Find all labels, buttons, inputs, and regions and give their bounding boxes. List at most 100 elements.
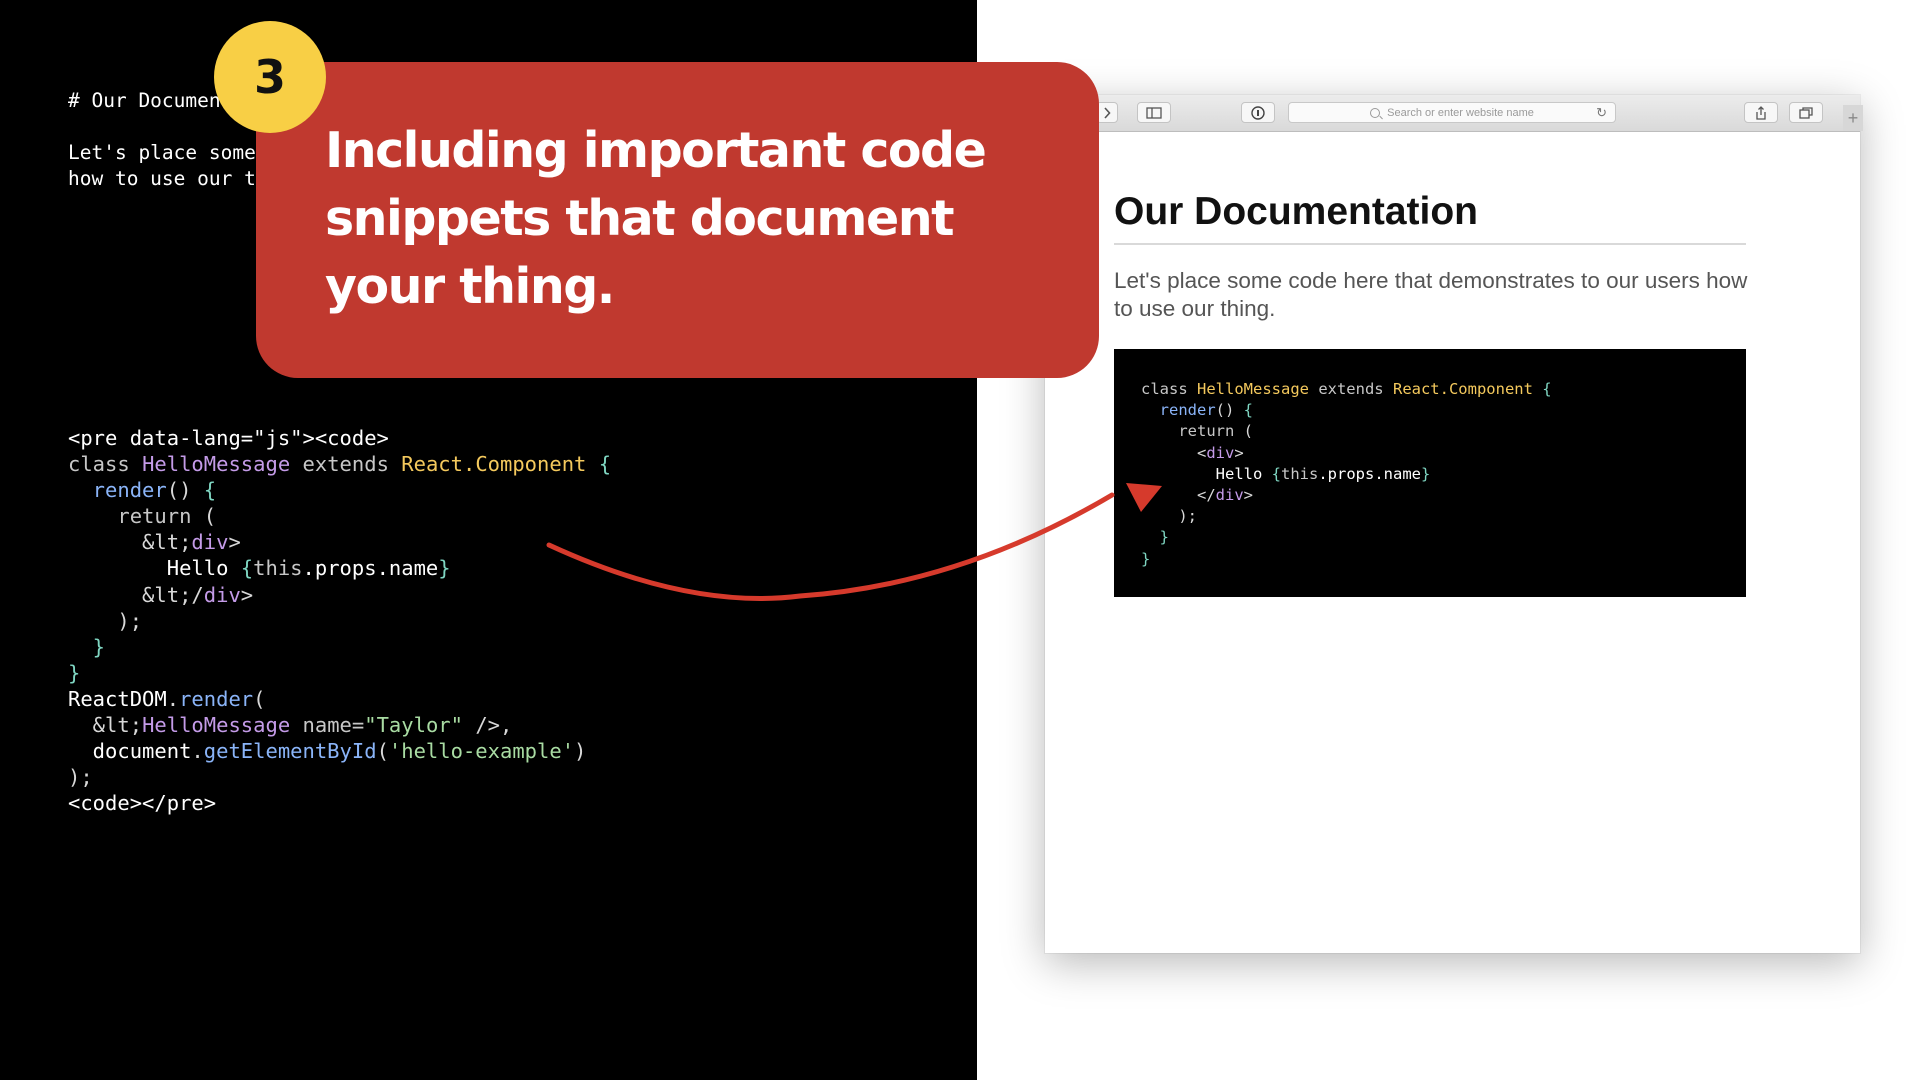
code-token: ()	[166, 478, 204, 503]
code-token: >	[1234, 443, 1244, 462]
code-token: <pre data-lang="js"><code>	[68, 426, 389, 450]
code-token: HelloMessage	[142, 713, 291, 738]
source-code-line: render() {	[68, 478, 216, 502]
code-token: {	[1271, 464, 1281, 483]
address-bar[interactable]: Search or enter website name ↻	[1288, 102, 1616, 123]
code-token: return	[68, 504, 204, 529]
source-code-line: }	[68, 661, 80, 685]
code-token: );	[1141, 507, 1197, 526]
code-source: <pre data-lang="js"><code> class HelloMe…	[68, 425, 611, 816]
rendered-code-line: </div>	[1141, 486, 1253, 504]
code-token: div	[1206, 443, 1235, 462]
page-paragraph: Let's place some code here that demonstr…	[1114, 268, 1748, 321]
rendered-code-line: class HelloMessage extends React.Compone…	[1141, 380, 1552, 398]
code-token: {	[203, 478, 217, 503]
code-token: {	[1532, 380, 1552, 398]
source-code-line: &lt;/div>	[68, 583, 253, 607]
source-code-line: document.getElementById('hello-example')	[68, 739, 587, 764]
step-number-badge: 3	[214, 21, 326, 133]
source-code-line: &lt;div>	[68, 530, 241, 554]
code-token: );	[68, 608, 143, 633]
code-token: HelloMessage	[142, 452, 291, 477]
code-token: (	[1243, 422, 1253, 441]
tabs-icon	[1799, 106, 1813, 119]
callout-text: Including important code snippets that d…	[325, 122, 987, 315]
code-token: React.Component	[1392, 380, 1533, 398]
code-token: render	[179, 686, 254, 711]
rendered-code-block: class HelloMessage extends React.Compone…	[1114, 349, 1746, 597]
code-token: HelloMessage	[1197, 380, 1309, 398]
code-token: this	[253, 556, 303, 581]
rendered-code-line: }	[1141, 550, 1150, 568]
code-token: (	[203, 504, 217, 529]
new-tab-button[interactable]: +	[1843, 105, 1863, 131]
code-token: >	[228, 530, 241, 555]
code-token: class	[1141, 380, 1197, 398]
code-token: {	[586, 452, 612, 477]
share-icon	[1756, 105, 1766, 120]
code-token: React.Component	[401, 452, 587, 477]
code-token: ReactDOM	[68, 686, 167, 711]
code-token: }	[1141, 528, 1169, 547]
code-token: >	[1243, 486, 1253, 505]
code-token: .props.name	[1318, 464, 1421, 483]
code-token: &lt;/	[68, 582, 204, 607]
info-icon	[1251, 105, 1265, 120]
reload-icon[interactable]: ↻	[1596, 105, 1607, 121]
source-code-line: &lt;HelloMessage name="Taylor" />,	[68, 713, 513, 738]
rendered-code-line: );	[1141, 507, 1197, 525]
code-token: <	[1141, 443, 1207, 462]
code-token: render	[68, 478, 167, 503]
code-token: div	[191, 530, 229, 555]
code-token: &lt;	[68, 530, 192, 555]
tabs-overview-button[interactable]	[1789, 102, 1823, 123]
callout-box: Including important code snippets that d…	[256, 62, 1099, 378]
browser-window: Search or enter website name ↻ + Our Doc…	[1025, 95, 1863, 953]
privacy-info-button[interactable]	[1241, 102, 1275, 123]
code-token: .	[191, 739, 204, 764]
rendered-code-line: <div>	[1141, 444, 1244, 462]
source-code-line: }	[68, 635, 105, 659]
code-token: <code></pre>	[68, 791, 217, 816]
source-code-line: ReactDOM.render(	[68, 687, 266, 711]
code-token: (	[376, 739, 389, 764]
forward-icon	[1104, 106, 1111, 119]
code-token: (	[253, 686, 266, 711]
address-placeholder: Search or enter website name	[1387, 106, 1534, 119]
code-token: extends	[1308, 380, 1393, 398]
code-token: name=	[290, 713, 365, 738]
source-code-line: return (	[68, 504, 216, 528]
code-token: "Taylor"	[364, 713, 463, 738]
sidebar-button[interactable]	[1137, 102, 1171, 123]
code-token: extends	[290, 452, 402, 477]
code-token: div	[203, 582, 241, 607]
code-token: }	[438, 556, 451, 581]
rendered-code: class HelloMessage extends React.Compone…	[1141, 379, 1552, 570]
rendered-code-line: return (	[1141, 422, 1253, 440]
code-token: {	[1243, 401, 1253, 420]
code-token: getElementById	[203, 739, 377, 764]
code-token: />,	[462, 713, 513, 738]
sidebar-icon	[1146, 106, 1162, 119]
code-token: );	[68, 765, 93, 790]
source-code-line: <pre data-lang="js"><code>	[68, 426, 389, 450]
code-token: }	[68, 634, 106, 659]
code-token: 'hello-example'	[388, 739, 575, 764]
code-token: .props.name	[302, 556, 439, 581]
code-token: div	[1215, 486, 1244, 505]
code-token: document	[68, 739, 192, 764]
new-tab-icon: +	[1847, 107, 1859, 128]
forward-button[interactable]	[1096, 102, 1118, 123]
code-token: >	[240, 582, 254, 607]
code-token: }	[68, 660, 81, 685]
source-code-line: class HelloMessage extends React.Compone…	[68, 452, 611, 476]
code-token: return	[1141, 422, 1244, 441]
code-token: render	[1141, 401, 1216, 420]
rendered-code-line: Hello {this.props.name}	[1141, 464, 1431, 483]
share-button[interactable]	[1744, 102, 1778, 123]
source-code-line: <code></pre>	[68, 791, 216, 815]
browser-toolbar: Search or enter website name ↻ +	[1025, 95, 1863, 132]
code-token: ()	[1215, 401, 1244, 420]
code-token: {	[240, 556, 254, 581]
code-token: this	[1281, 464, 1319, 483]
